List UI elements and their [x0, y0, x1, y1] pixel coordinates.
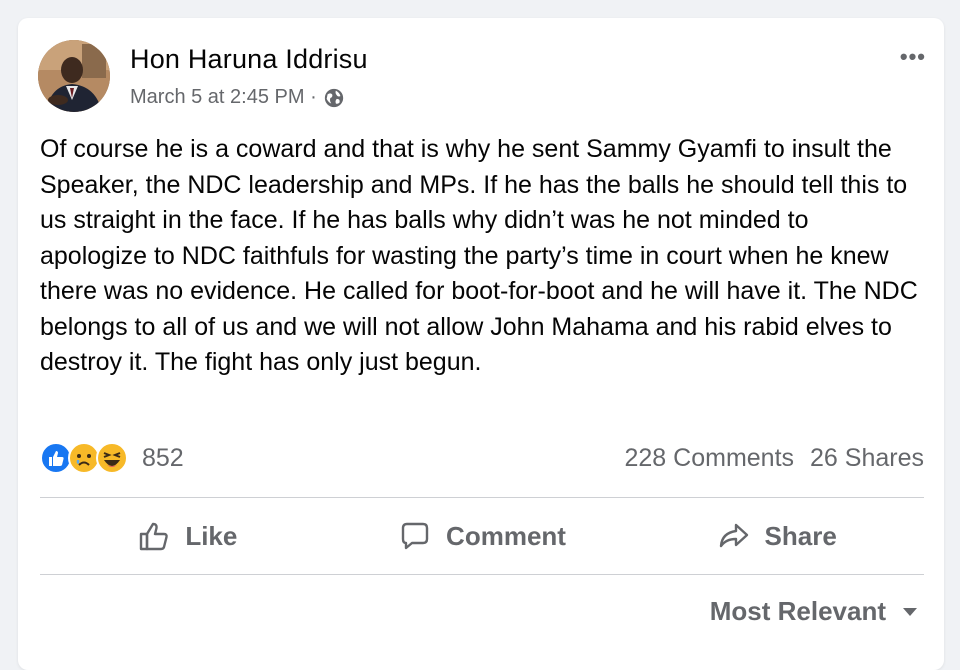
- post-card: Hon Haruna Iddrisu March 5 at 2:45 PM · …: [18, 18, 944, 670]
- comment-bubble-icon: [401, 522, 429, 550]
- author-avatar[interactable]: [38, 40, 110, 112]
- post-meta: March 5 at 2:45 PM ·: [130, 86, 345, 109]
- globe-icon: [323, 87, 345, 109]
- action-bar: Like Comment Share: [40, 498, 924, 574]
- thumbs-up-icon: [140, 522, 169, 551]
- engagement-stats: 228 Comments 26 Shares: [625, 444, 925, 473]
- share-arrow-icon: [719, 523, 748, 548]
- comments-count[interactable]: 228 Comments: [625, 444, 795, 473]
- comment-label: Comment: [446, 520, 566, 551]
- comment-button[interactable]: Comment: [335, 498, 630, 574]
- comments-sort-dropdown[interactable]: Most Relevant: [710, 596, 918, 627]
- haha-reaction-icon: [96, 442, 128, 474]
- reaction-icons: [40, 442, 128, 474]
- reactions-summary[interactable]: 852: [40, 442, 184, 474]
- like-label: Like: [185, 520, 238, 551]
- post-timestamp[interactable]: March 5 at 2:45 PM ·: [130, 86, 317, 109]
- author-name[interactable]: Hon Haruna Iddrisu: [130, 44, 368, 75]
- like-button[interactable]: Like: [40, 498, 335, 574]
- sort-label: Most Relevant: [709, 596, 886, 626]
- post-text: Of course he is a coward and that is why…: [40, 135, 918, 376]
- shares-count[interactable]: 26 Shares: [810, 444, 924, 473]
- divider: [40, 574, 924, 575]
- share-button[interactable]: Share: [629, 498, 924, 574]
- reaction-count: 852: [142, 443, 184, 472]
- caret-down-icon: [903, 607, 917, 616]
- share-label: Share: [764, 520, 837, 551]
- more-options-icon[interactable]: •••: [900, 44, 926, 70]
